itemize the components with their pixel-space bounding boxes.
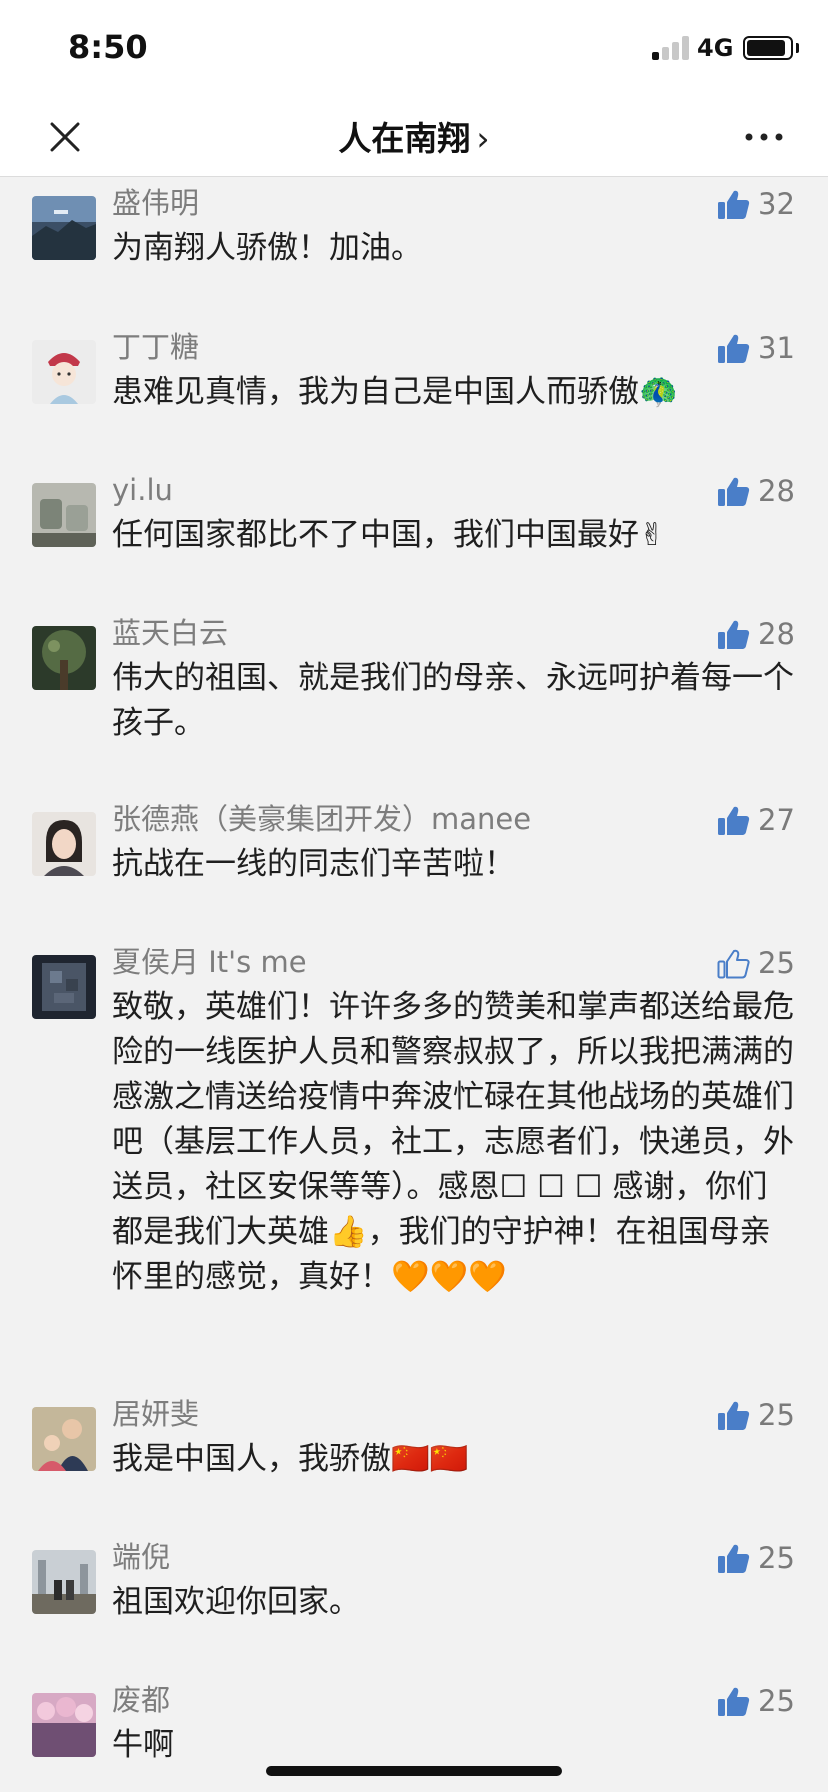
comment-text: 牛啊 <box>112 1727 174 1763</box>
comment-text: 任何国家都比不了中国，我们中国最好✌ <box>112 517 665 553</box>
comment-author[interactable]: 端倪 <box>112 1538 170 1576</box>
like-count: 25 <box>758 1398 795 1432</box>
comment-author[interactable]: 夏侯月 It's me <box>112 943 307 981</box>
like-button[interactable]: 32 <box>716 184 812 224</box>
like-count: 31 <box>758 331 795 365</box>
comment-author[interactable]: 废都 <box>112 1681 170 1719</box>
like-button[interactable]: 25 <box>716 1538 812 1578</box>
comment-text: 抗战在一线的同志们辛苦啦！ <box>112 846 515 882</box>
article-title-link[interactable]: 人在南翔 › <box>214 112 614 160</box>
avatar[interactable] <box>32 1407 96 1471</box>
like-button[interactable]: 25 <box>716 1681 812 1721</box>
comment-text: 患难见真情，我为自己是中国人而骄傲🦚 <box>112 374 678 410</box>
avatar[interactable] <box>32 1693 96 1757</box>
screen: 8:50 4G 人在南翔 › 盛伟明 32 为南翔人骄傲！加油。 丁丁糖 31 … <box>0 0 828 1792</box>
more-button[interactable] <box>736 110 792 164</box>
like-count: 25 <box>758 946 795 980</box>
comment-text: 我是中国人，我骄傲🇨🇳🇨🇳 <box>112 1441 469 1477</box>
avatar[interactable] <box>32 340 96 404</box>
avatar[interactable] <box>32 483 96 547</box>
like-count: 28 <box>758 474 795 508</box>
status-time: 8:50 <box>68 28 148 66</box>
thumbs-up-icon <box>718 620 750 649</box>
comment-text: 祖国欢迎你回家。 <box>112 1584 360 1620</box>
like-count: 25 <box>758 1684 795 1718</box>
avatar[interactable] <box>32 812 96 876</box>
like-button[interactable]: 31 <box>716 328 812 368</box>
like-button[interactable]: 28 <box>716 614 812 654</box>
battery-nub <box>796 43 799 53</box>
article-title: 人在南翔 <box>338 119 471 158</box>
home-indicator[interactable] <box>266 1766 562 1776</box>
thumbs-up-icon <box>718 334 750 363</box>
network-label: 4G <box>697 34 734 62</box>
comment-author[interactable]: 张德燕（美豪集团开发）manee <box>112 800 531 838</box>
thumbs-up-icon <box>718 1687 750 1716</box>
comment-text: 为南翔人骄傲！加油。 <box>112 230 422 266</box>
comment-author[interactable]: 居妍斐 <box>112 1395 199 1433</box>
comment-author[interactable]: yi.lu <box>112 471 173 509</box>
comment-text: 致敬，英雄们！许许多多的赞美和掌声都送给最危险的一线医护人员和警察叔叔了，所以我… <box>112 989 794 1295</box>
thumbs-up-icon <box>718 1401 750 1430</box>
more-icon <box>745 133 783 141</box>
comment-author[interactable]: 盛伟明 <box>112 184 199 222</box>
chevron-right-icon: › <box>476 119 490 158</box>
signal-icon <box>652 36 690 60</box>
like-button[interactable]: 28 <box>716 471 812 511</box>
status-bar: 8:50 4G <box>0 0 828 100</box>
thumbs-up-icon <box>718 1544 750 1573</box>
close-icon <box>50 122 80 152</box>
avatar[interactable] <box>32 1550 96 1614</box>
like-count: 32 <box>758 187 795 221</box>
like-button[interactable]: 25 <box>716 1395 812 1435</box>
like-button[interactable]: 27 <box>716 800 812 840</box>
comment-text: 伟大的祖国、就是我们的母亲、永远呵护着每一个孩子。 <box>112 660 794 741</box>
like-button[interactable]: 25 <box>716 943 812 983</box>
thumbs-up-icon <box>718 190 750 219</box>
battery-icon <box>743 36 793 60</box>
close-button[interactable] <box>38 110 92 164</box>
like-count: 28 <box>758 617 795 651</box>
thumbs-up-icon <box>718 806 750 835</box>
thumbs-up-icon <box>718 477 750 506</box>
comment-author[interactable]: 蓝天白云 <box>112 614 228 652</box>
comment-author[interactable]: 丁丁糖 <box>112 328 199 366</box>
thumbs-up-outline-icon <box>717 949 750 979</box>
avatar[interactable] <box>32 626 96 690</box>
nav-bar: 人在南翔 › <box>0 100 828 177</box>
like-count: 27 <box>758 803 795 837</box>
avatar[interactable] <box>32 196 96 260</box>
like-count: 25 <box>758 1541 795 1575</box>
avatar[interactable] <box>32 955 96 1019</box>
